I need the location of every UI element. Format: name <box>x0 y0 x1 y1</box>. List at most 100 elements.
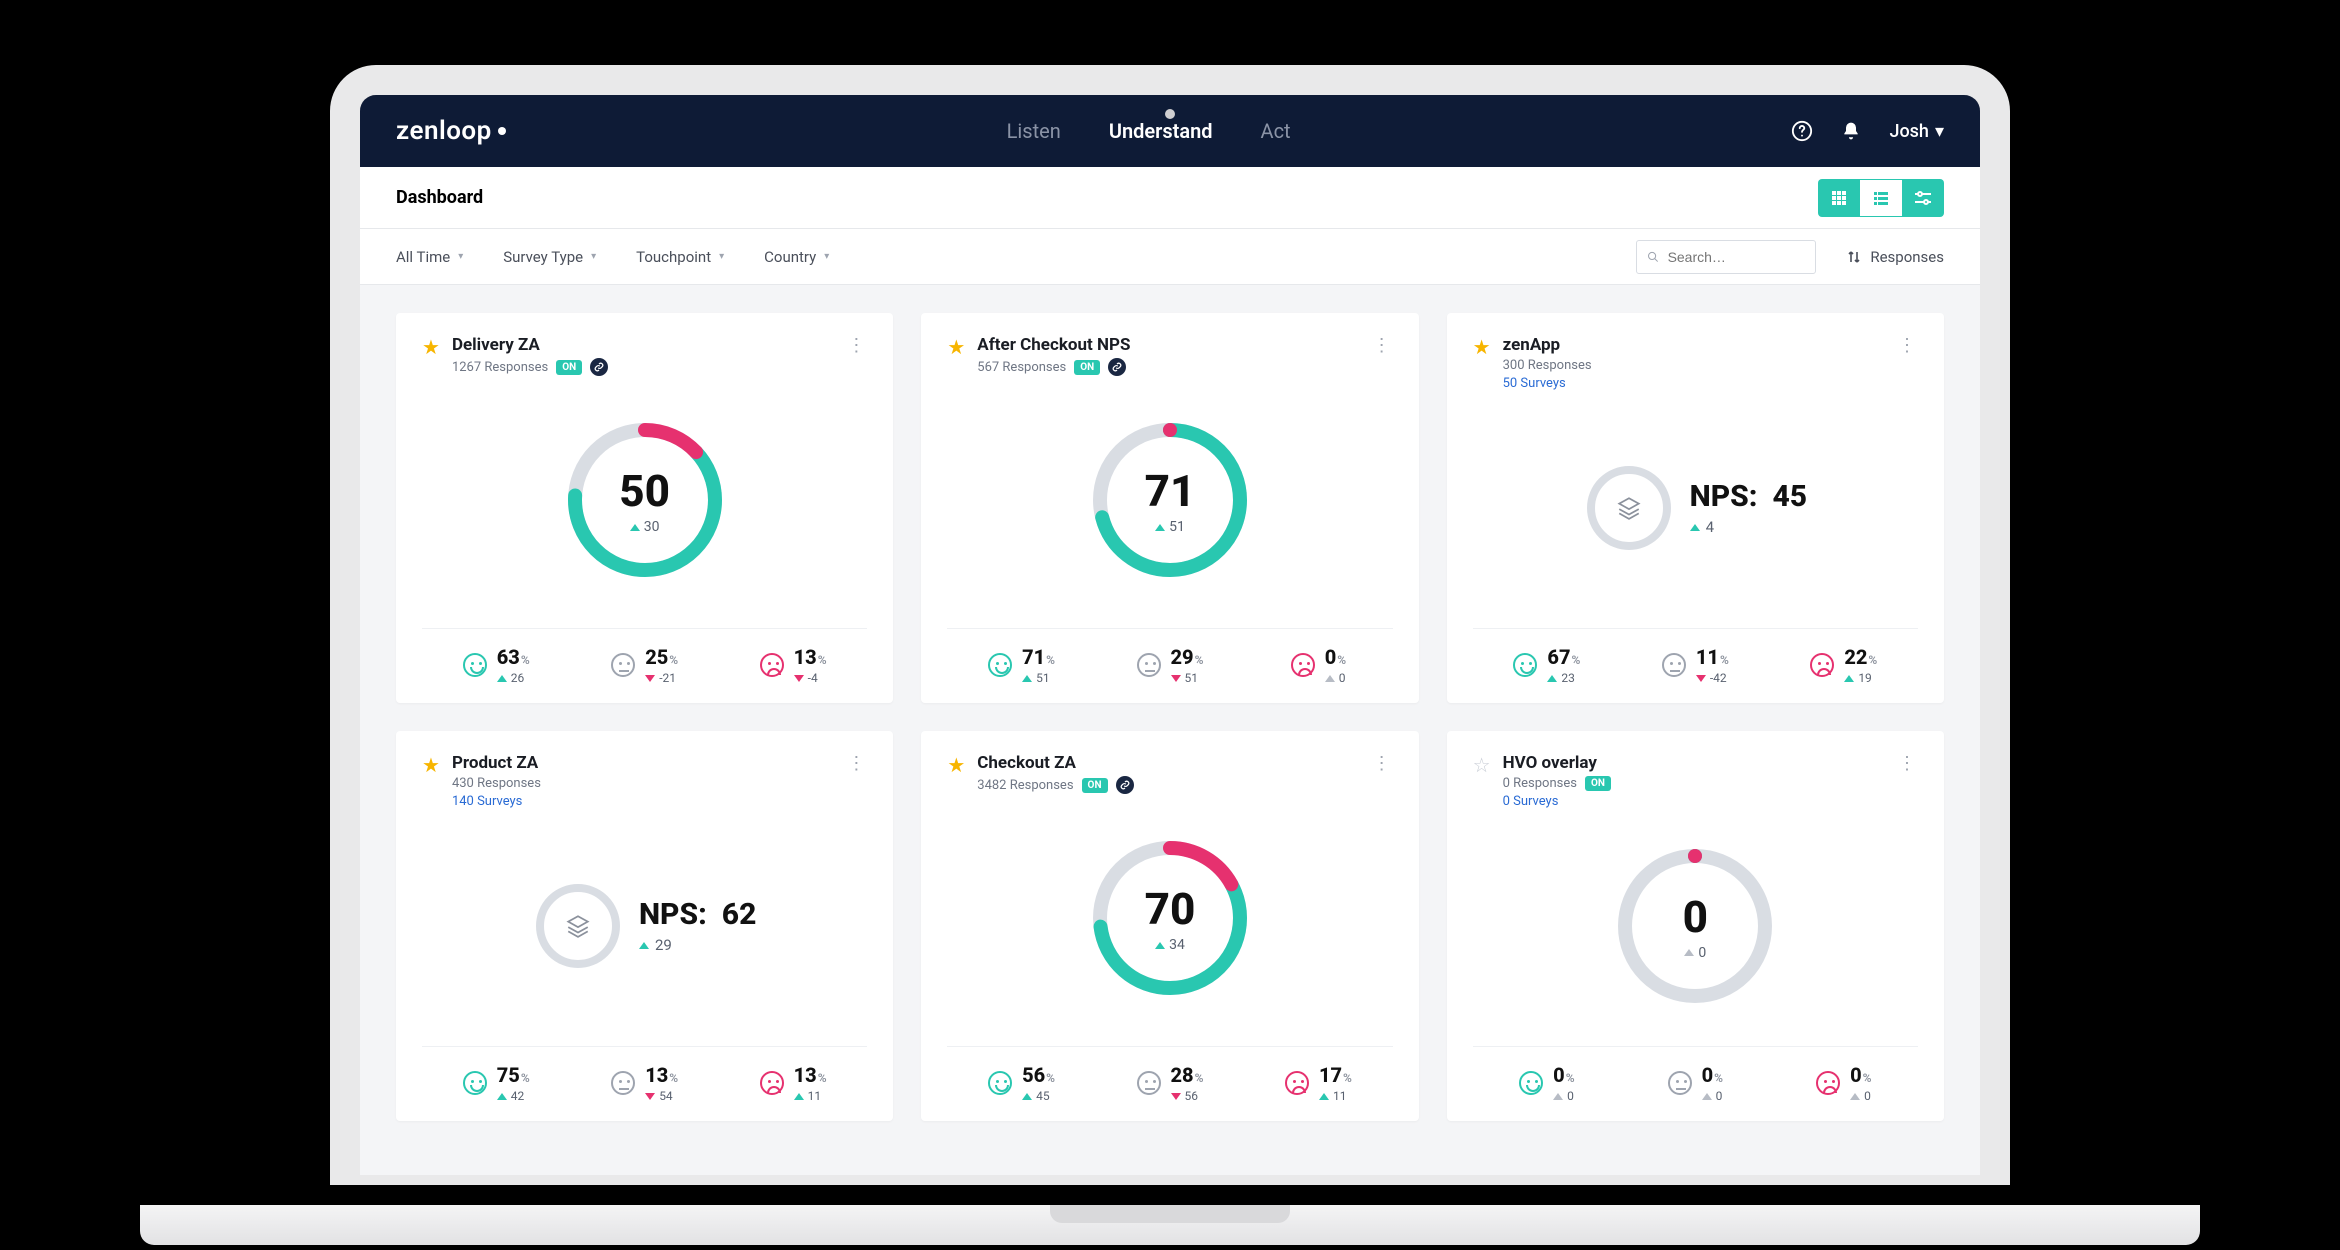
view-grid-button[interactable] <box>1818 179 1860 217</box>
chevron-down-icon: ▾ <box>719 251 724 262</box>
stat-detractor: 17% 11 <box>1244 1063 1392 1103</box>
survey-card-product-za: ★ Product ZA 430 Responses 140 Surveys ⋮… <box>396 731 893 1121</box>
gauge-delta: 51 <box>1155 519 1185 535</box>
on-badge: ON <box>1585 776 1611 791</box>
stat-promoter-delta: 26 <box>497 671 530 685</box>
filter-country-label: Country <box>764 248 816 266</box>
happy-face-icon <box>1513 653 1537 677</box>
brand-logo[interactable]: zenloop <box>396 116 506 146</box>
filter-time[interactable]: All Time▾ <box>396 248 463 266</box>
stat-passive: 13% 54 <box>570 1063 718 1103</box>
nav-listen[interactable]: Listen <box>1007 119 1061 143</box>
stat-passive-delta: 51 <box>1171 671 1204 685</box>
card-subtitle: 0 ResponsesON <box>1503 776 1886 791</box>
sad-face-icon <box>1810 653 1834 677</box>
nps-gauge: 71 51 <box>1085 415 1255 585</box>
surveys-link[interactable]: 140 Surveys <box>452 794 835 809</box>
laptop-frame: zenloop Listen Understand Act <box>320 65 2020 1225</box>
nps-summary: NPS: 45 4 <box>1584 463 1807 553</box>
card-menu-icon[interactable]: ⋮ <box>1373 335 1393 356</box>
happy-face-icon <box>463 1071 487 1095</box>
card-menu-icon[interactable]: ⋮ <box>1373 753 1393 774</box>
card-subtitle: 567 ResponsesON <box>977 358 1360 376</box>
stat-detractor-delta: 11 <box>794 1089 827 1103</box>
surveys-link[interactable]: 50 Surveys <box>1503 376 1886 391</box>
view-list-button[interactable] <box>1860 179 1902 217</box>
card-menu-icon[interactable]: ⋮ <box>847 753 867 774</box>
gauge-score: 0 <box>1683 891 1708 943</box>
view-toggle <box>1818 179 1944 217</box>
link-badge-icon <box>590 358 608 376</box>
neutral-face-icon <box>611 653 635 677</box>
bell-icon[interactable] <box>1841 121 1861 141</box>
view-settings-button[interactable] <box>1902 179 1944 217</box>
card-stats: 56% 45 28% 56 17% 11 <box>947 1046 1392 1103</box>
star-icon[interactable]: ★ <box>947 335 965 359</box>
happy-face-icon <box>463 653 487 677</box>
stat-detractor-pct: 0% <box>1850 1063 1871 1087</box>
sad-face-icon <box>1285 1071 1309 1095</box>
surveys-link[interactable]: 0 Surveys <box>1503 794 1886 809</box>
filter-touchpoint[interactable]: Touchpoint▾ <box>636 248 724 266</box>
search-input[interactable] <box>1668 249 1806 265</box>
gauge-score: 71 <box>1145 465 1196 517</box>
stat-detractor: 0% 0 <box>1770 1063 1918 1103</box>
stat-passive-delta: -21 <box>645 671 678 685</box>
stat-detractor-pct: 13% <box>794 1063 827 1087</box>
nav-understand[interactable]: Understand <box>1109 119 1213 143</box>
stat-passive-pct: 0% <box>1702 1063 1723 1087</box>
star-icon[interactable]: ★ <box>947 753 965 777</box>
stat-passive-delta: 54 <box>645 1089 678 1103</box>
stat-detractor-pct: 17% <box>1319 1063 1352 1087</box>
laptop-base <box>140 1205 2200 1245</box>
stat-promoter-delta: 42 <box>497 1089 530 1103</box>
stat-promoter-pct: 0% <box>1553 1063 1574 1087</box>
nav-act[interactable]: Act <box>1261 119 1291 143</box>
card-stats: 71% 51 29% 51 0% 0 <box>947 628 1392 685</box>
card-menu-icon[interactable]: ⋮ <box>1898 335 1918 356</box>
happy-face-icon <box>988 653 1012 677</box>
stat-promoter: 0% 0 <box>1473 1063 1621 1103</box>
stat-promoter-pct: 75% <box>497 1063 530 1087</box>
survey-card-zenapp: ★ zenApp 300 Responses 50 Surveys ⋮ NPS:… <box>1447 313 1944 703</box>
stat-detractor-pct: 13% <box>794 645 827 669</box>
card-title: After Checkout NPS <box>977 335 1360 355</box>
filter-survey-type-label: Survey Type <box>503 248 583 266</box>
star-icon[interactable]: ★ <box>422 753 440 777</box>
nps-delta: 4 <box>1690 518 1807 536</box>
star-icon[interactable]: ★ <box>1473 335 1491 359</box>
sort-button[interactable]: Responses <box>1846 248 1944 266</box>
nps-small-gauge <box>533 881 623 971</box>
filter-country[interactable]: Country▾ <box>764 248 829 266</box>
stat-passive-pct: 28% <box>1171 1063 1204 1087</box>
stat-promoter-delta: 45 <box>1022 1089 1055 1103</box>
user-menu[interactable]: Josh ▾ <box>1889 121 1944 142</box>
card-title: Checkout ZA <box>977 753 1360 773</box>
stat-passive-delta: 56 <box>1171 1089 1204 1103</box>
layers-icon <box>1584 463 1674 553</box>
card-stats: 67% 23 11% -42 22% 19 <box>1473 628 1918 685</box>
sort-icon <box>1846 249 1862 265</box>
card-stats: 0% 0 0% 0 0% 0 <box>1473 1046 1918 1103</box>
help-icon[interactable] <box>1791 120 1813 142</box>
star-icon[interactable]: ★ <box>422 335 440 359</box>
stat-promoter: 56% 45 <box>947 1063 1095 1103</box>
star-icon[interactable]: ☆ <box>1473 753 1491 777</box>
nps-summary: NPS: 62 29 <box>533 881 756 971</box>
card-menu-icon[interactable]: ⋮ <box>847 335 867 356</box>
card-grid: ★ Delivery ZA 1267 ResponsesON ⋮ 50 30 6… <box>396 313 1944 1121</box>
stat-detractor-delta: 0 <box>1850 1089 1871 1103</box>
card-menu-icon[interactable]: ⋮ <box>1898 753 1918 774</box>
stat-detractor: 13% -4 <box>719 645 867 685</box>
survey-card-delivery-za: ★ Delivery ZA 1267 ResponsesON ⋮ 50 30 6… <box>396 313 893 703</box>
stat-promoter: 67% 23 <box>1473 645 1621 685</box>
card-title: HVO overlay <box>1503 753 1886 773</box>
brand-dot-icon <box>498 127 506 135</box>
survey-card-after-checkout-nps: ★ After Checkout NPS 567 ResponsesON ⋮ 7… <box>921 313 1418 703</box>
neutral-face-icon <box>1662 653 1686 677</box>
filter-survey-type[interactable]: Survey Type▾ <box>503 248 596 266</box>
search-box[interactable] <box>1636 240 1816 274</box>
filter-bar: All Time▾ Survey Type▾ Touchpoint▾ Count… <box>360 229 1980 285</box>
stat-detractor-delta: 0 <box>1325 671 1346 685</box>
card-stats: 63% 26 25% -21 13% -4 <box>422 628 867 685</box>
